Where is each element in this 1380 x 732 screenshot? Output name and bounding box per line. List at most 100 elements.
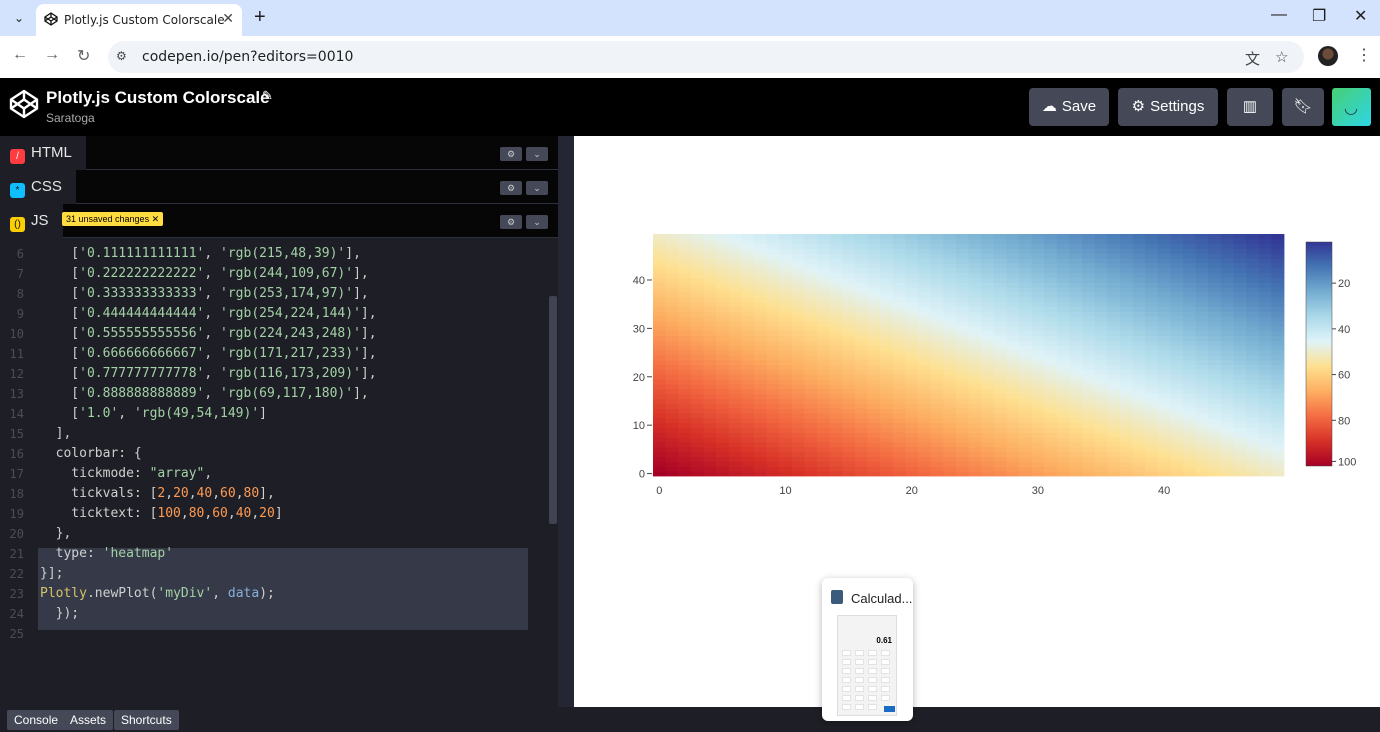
code-line[interactable]: 6 ['0.111111111111', 'rgb(215,48,39)'],: [0, 244, 548, 264]
code-line[interactable]: 12 ['0.777777777778', 'rgb(116,173,209)'…: [0, 364, 548, 384]
heatmap-cell: [905, 234, 919, 240]
js-settings-icon[interactable]: ⚙: [500, 215, 522, 229]
html-pane-header: / HTML ⚙ ⌄: [0, 136, 558, 170]
heatmap-cell: [665, 340, 679, 346]
site-info-icon[interactable]: ⚙: [116, 49, 127, 63]
codepen-logo-icon[interactable]: [8, 88, 40, 120]
heatmap-cell: [1220, 442, 1234, 448]
translate-icon[interactable]: 文: [1245, 48, 1260, 69]
code-line[interactable]: 11 ['0.666666666667', 'rgb(171,217,233)'…: [0, 344, 548, 364]
forward-icon[interactable]: →: [44, 46, 60, 64]
heatmap-cell: [981, 422, 995, 428]
css-collapse-icon[interactable]: ⌄: [526, 181, 548, 195]
html-pane-tab[interactable]: / HTML: [0, 136, 86, 170]
code-line[interactable]: 15 ],: [0, 424, 548, 444]
heatmap-cell: [1183, 466, 1197, 472]
heatmap-cell: [993, 432, 1007, 438]
code-line[interactable]: 18 tickvals: [2,20,40,60,80],: [0, 484, 548, 504]
heatmap-cell: [867, 282, 881, 288]
browser-menu-icon[interactable]: ⋮: [1356, 45, 1372, 65]
heatmap-cell: [955, 413, 969, 419]
code-line[interactable]: 21 type: 'heatmap': [0, 544, 548, 564]
css-pane-tab[interactable]: * CSS: [0, 170, 76, 204]
address-bar[interactable]: ⚙ codepen.io/pen?editors=0010 文 ☆: [108, 41, 1304, 73]
change-view-button[interactable]: ▥: [1227, 88, 1273, 126]
js-pane-tab[interactable]: () JS: [0, 204, 63, 238]
code-line[interactable]: 25: [0, 624, 548, 644]
calculator-taskbar-thumbnail[interactable]: Calculad... 0.61: [822, 578, 913, 721]
heatmap-cell: [791, 417, 805, 424]
save-button[interactable]: ☁ Save: [1029, 88, 1109, 126]
heatmap-cell: [981, 335, 995, 341]
heatmap-cell: [703, 456, 717, 462]
code-line[interactable]: 7 ['0.222222222222', 'rgb(244,109,67)'],: [0, 264, 548, 284]
close-tab-icon[interactable]: ✕: [222, 10, 234, 27]
heatmap-cell: [1132, 355, 1146, 361]
reload-icon[interactable]: ↻: [77, 46, 90, 66]
code-line[interactable]: 10 ['0.555555555556', 'rgb(224,243,248)'…: [0, 324, 548, 344]
code-line[interactable]: 23 Plotly.newPlot('myDiv', data);: [0, 584, 548, 604]
heatmap-cell: [1220, 330, 1234, 337]
heatmap-cell: [653, 461, 667, 467]
code-line[interactable]: 19 ticktext: [100,80,60,40,20]: [0, 504, 548, 524]
js-collapse-icon[interactable]: ⌄: [526, 215, 548, 229]
assets-button[interactable]: Assets: [63, 710, 114, 730]
heatmap-cell: [817, 258, 831, 264]
heatmap-cell: [791, 379, 805, 385]
heatmap-cell: [1006, 321, 1020, 327]
code-line[interactable]: 20 },: [0, 524, 548, 544]
browser-tab[interactable]: Plotly.js Custom Colorscale ✕: [36, 4, 242, 36]
restore-icon[interactable]: ❐: [1312, 6, 1326, 26]
code-line[interactable]: 8 ['0.333333333333', 'rgb(253,174,97)'],: [0, 284, 548, 304]
heatmap-cell: [1233, 321, 1247, 327]
html-collapse-icon[interactable]: ⌄: [526, 147, 548, 161]
back-icon[interactable]: ←: [12, 46, 28, 64]
user-avatar[interactable]: ◡: [1332, 88, 1371, 126]
heatmap-cell: [1094, 466, 1108, 472]
heatmap-cell: [981, 350, 995, 356]
code-line[interactable]: 13 ['0.888888888889', 'rgb(69,117,180)']…: [0, 384, 548, 404]
close-window-icon[interactable]: ✕: [1354, 6, 1367, 26]
x-tick-label: 10: [779, 485, 791, 497]
resize-divider[interactable]: [558, 136, 574, 707]
code-line[interactable]: 14 ['1.0', 'rgb(49,54,149)']: [0, 404, 548, 424]
heatmap-cell: [854, 403, 868, 409]
new-tab-icon[interactable]: +: [254, 6, 266, 29]
bookmark-star-icon[interactable]: ☆: [1275, 48, 1288, 66]
heatmap-cell: [880, 422, 894, 428]
code-line[interactable]: 22}];: [0, 564, 548, 584]
heatmap-cell: [678, 471, 692, 477]
code-line[interactable]: 24 });: [0, 604, 548, 624]
heatmap-cell: [1208, 451, 1222, 458]
heatmap-chart[interactable]: 0 10 20 30 4001020304010080604020: [574, 136, 1380, 536]
unsaved-changes-badge[interactable]: 31 unsaved changes ✕: [62, 212, 164, 226]
js-code-editor[interactable]: 6 ['0.111111111111', 'rgb(215,48,39)'], 7…: [0, 240, 548, 707]
heatmap-cell: [1094, 413, 1108, 419]
code-line[interactable]: 9 ['0.444444444444', 'rgb(254,224,144)']…: [0, 304, 548, 324]
html-settings-icon[interactable]: ⚙: [500, 147, 522, 161]
heatmap-cell: [1069, 272, 1083, 278]
heatmap-cell: [1056, 267, 1070, 274]
profile-avatar[interactable]: [1318, 46, 1338, 66]
pen-title[interactable]: Plotly.js Custom Colorscale: [46, 88, 270, 108]
css-settings-icon[interactable]: ⚙: [500, 181, 522, 195]
shortcuts-button[interactable]: Shortcuts: [114, 710, 179, 730]
heatmap-cell: [892, 446, 906, 453]
bookmark-button[interactable]: 🔖︎: [1282, 88, 1324, 126]
heatmap-cell: [867, 350, 881, 356]
settings-button[interactable]: ⚙ Settings: [1118, 88, 1218, 126]
tab-search-chevron-icon[interactable]: ⌄: [8, 7, 30, 29]
code-line[interactable]: 16 colorbar: {: [0, 444, 548, 464]
heatmap-cell: [690, 277, 704, 283]
console-button[interactable]: Console: [7, 710, 66, 730]
heatmap-cell: [728, 234, 742, 240]
minimize-icon[interactable]: —: [1271, 6, 1287, 24]
heatmap-cell: [1258, 306, 1272, 312]
heatmap-cell: [1183, 393, 1197, 399]
edit-title-pencil-icon[interactable]: ✎: [262, 88, 273, 104]
heatmap-cell: [1056, 471, 1070, 477]
code-line[interactable]: 17 tickmode: "array",: [0, 464, 548, 484]
pen-author[interactable]: Saratoga: [46, 111, 95, 125]
heatmap-cell: [1006, 258, 1020, 264]
editor-scrollbar[interactable]: [549, 296, 557, 524]
